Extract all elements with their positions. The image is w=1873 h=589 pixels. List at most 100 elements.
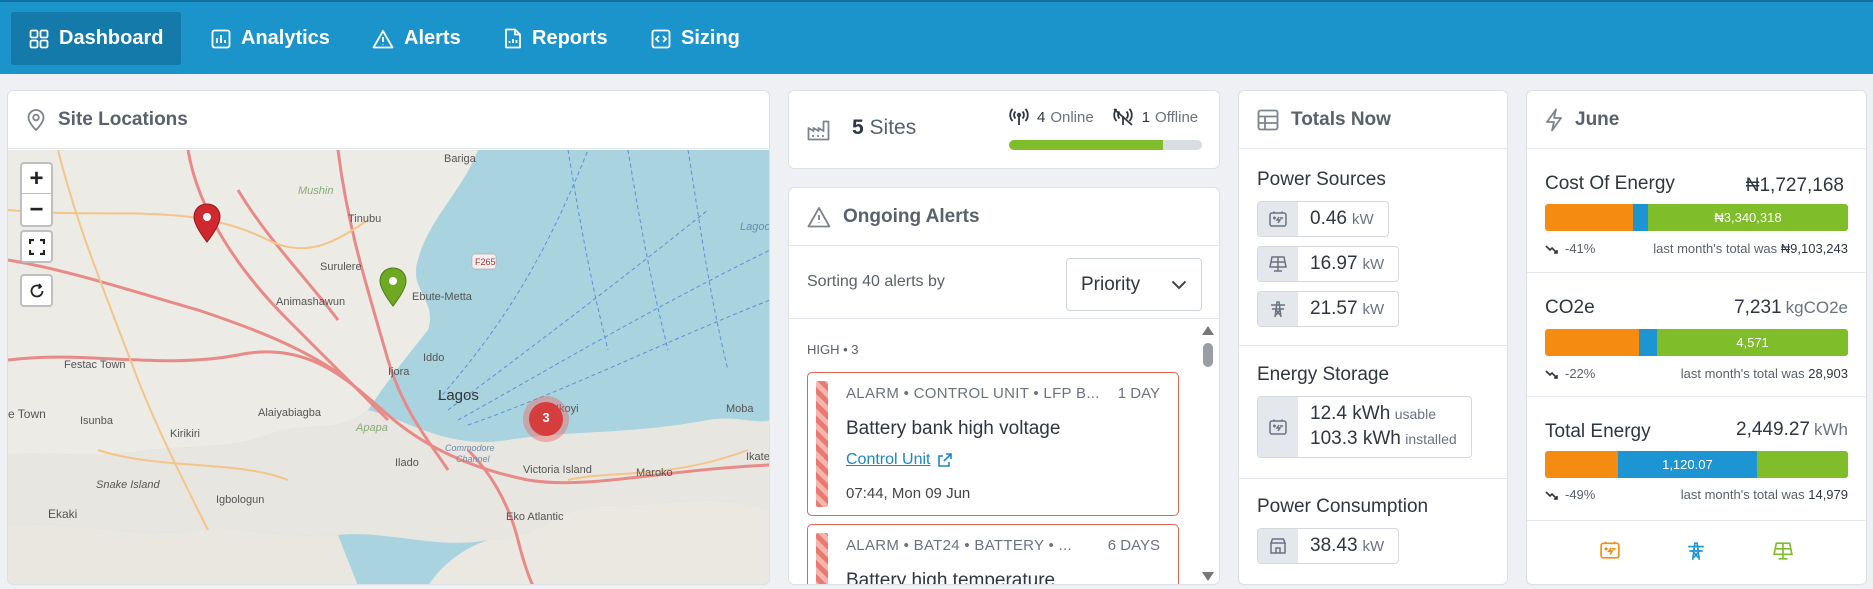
energy-mix-bar: 1,120.07 [1545,451,1848,478]
solar-power-unit: kW [1362,256,1385,273]
storage-installed-value: 103.3 kWh [1310,428,1401,449]
month-section: CO2e 7,231 kgCO2e 4,571 -22% last month's… [1527,273,1866,397]
nav-dashboard-label: Dashboard [59,27,164,49]
warning-icon [372,29,394,48]
alerts-header: Ongoing Alerts [789,188,1219,246]
map-canvas: Bariga Mushin Tinubu F265 Surulere Ebute-Met… [8,150,770,584]
svg-text:Ijora: Ijora [388,366,410,378]
document-icon [505,28,521,49]
chevron-down-icon [1171,280,1187,289]
alerts-scrollbar[interactable] [1201,326,1215,581]
signal-icon [1009,108,1029,125]
month-title: June [1575,108,1620,130]
solar-segment: ₦3,340,318 [1648,204,1848,231]
sites-card: 5 Sites 4 Online 1 Offline [788,90,1220,169]
alerts-title: Ongoing Alerts [843,205,980,227]
nav-analytics[interactable]: Analytics [193,12,348,65]
nav-reports[interactable]: Reports [486,12,626,65]
section-last-value: ₦9,103,243 [1780,241,1848,256]
svg-text:F265: F265 [475,257,496,267]
storage-usable-label: usable [1394,406,1436,422]
map-pin-icon [27,108,45,131]
nav-sizing[interactable]: Sizing [633,12,758,65]
alert-title: Battery bank high voltage [846,418,1061,439]
table-icon [1257,109,1279,130]
map-view[interactable]: Bariga Mushin Tinubu F265 Surulere Ebute-Met… [8,150,770,584]
grid-segment: 1,120.07 [1617,451,1758,478]
zoom-in-button[interactable]: + [20,162,53,195]
fullscreen-button[interactable] [20,230,53,263]
online-progress-fill [1009,140,1164,150]
svg-text:Eko Atlantic: Eko Atlantic [506,511,564,523]
nav-dashboard[interactable]: Dashboard [11,12,182,65]
sites-count: 5 [852,116,864,139]
storage-title: Energy Storage [1257,364,1390,385]
energy-mix-bar: 4,571 [1545,329,1848,356]
top-nav: Dashboard Analytics Alerts Reports Sizin… [0,0,1873,74]
online-count: 4 [1037,108,1046,126]
alert-link-label[interactable]: Control Unit [846,451,930,469]
reset-view-button[interactable] [20,274,53,307]
svg-text:Lagoo: Lagoo [740,221,770,233]
alert-age: 1 DAY [1117,385,1160,402]
alert-item[interactable]: ALARM • CONTROL UNIT • LFP B... 1 DAY Ba… [807,372,1179,516]
battery-power-value: 0.46 [1310,208,1347,229]
totals-title: Totals Now [1291,108,1391,130]
sites-status: 4 Online 1 Offline [1009,108,1198,126]
external-link-icon [938,453,953,467]
lightning-icon [1546,108,1562,131]
section-last-text: last month's total was [1680,366,1805,381]
month-header: June [1527,91,1866,149]
section-last-value: 28,903 [1808,366,1848,381]
grid-segment [1638,329,1658,356]
svg-text:Victoria Island: Victoria Island [523,464,592,476]
nav-reports-label: Reports [532,27,608,49]
totals-now-card: Totals Now Power Sources 0.46 kW 16.97 kW … [1238,90,1508,585]
site-locations-header: Site Locations [8,91,769,149]
section-last-value: 14,979 [1808,487,1848,502]
battery-icon[interactable] [1600,541,1620,559]
grid-tower-icon[interactable] [1686,541,1706,561]
alert-meta: ALARM • BAT24 • BATTERY • ... [846,537,1072,554]
svg-text:Ebute-Metta: Ebute-Metta [412,291,473,303]
battery-icon [1269,419,1287,435]
scroll-up-arrow[interactable] [1202,326,1214,335]
section-value: 2,449.27 [1736,419,1810,440]
section-unit: kWh [1814,420,1848,439]
alert-group-label: HIGH • 3 [807,342,859,357]
svg-text:Igbologun: Igbologun [216,494,264,506]
svg-text:Channel: Channel [456,454,491,464]
trend-down-icon [1545,244,1558,254]
sort-text: Sorting 40 alerts by [807,273,945,290]
battery-power-pill: 0.46 kW [1257,201,1389,237]
nav-alerts[interactable]: Alerts [354,12,479,65]
nav-analytics-label: Analytics [241,27,330,49]
offline-count: 1 [1141,108,1151,126]
cluster-count: 3 [542,410,550,425]
grid-tower-icon [1271,301,1285,318]
grid-segment [1632,204,1648,231]
factory-icon [807,120,830,141]
zoom-out-button[interactable]: − [20,194,53,227]
online-progress-bar [1009,140,1202,150]
alert-title: Battery high temperature [846,570,1056,585]
trend-down-icon [1545,490,1558,500]
solar-panel-icon[interactable] [1772,541,1793,561]
svg-text:Maroko: Maroko [636,467,673,479]
solar-power-value: 16.97 [1310,253,1358,274]
alert-item[interactable]: ALARM • BAT24 • BATTERY • ... 6 DAYS Bat… [807,524,1179,585]
solar-segment [1757,451,1848,478]
sort-select[interactable]: Priority [1066,258,1202,311]
signal-off-icon [1113,108,1133,126]
section-unit: kgCO2e [1785,298,1848,317]
trend-down-icon [1545,369,1558,379]
svg-text:e Town: e Town [8,407,46,421]
svg-text:Animashawun: Animashawun [276,296,345,308]
battery-segment [1545,204,1633,231]
scroll-down-arrow[interactable] [1202,572,1214,581]
consumption-pill: 38.43 kW [1257,528,1400,564]
scroll-thumb[interactable] [1203,343,1213,367]
svg-text:Apapa: Apapa [355,422,388,434]
alert-link[interactable]: Control Unit [846,451,953,469]
solar-power-pill: 16.97 kW [1257,246,1400,282]
